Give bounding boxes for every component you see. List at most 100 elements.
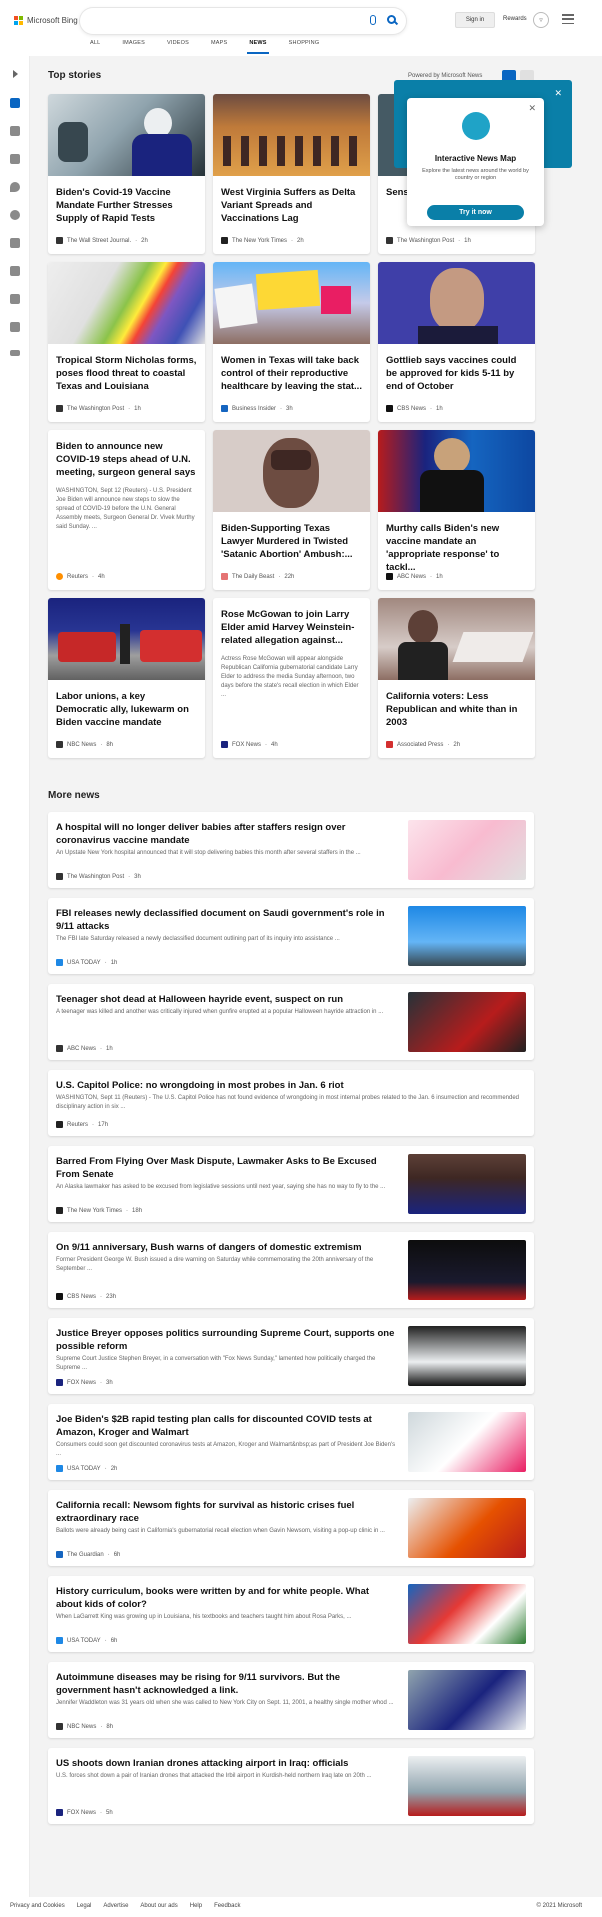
tab-videos[interactable]: VIDEOS — [167, 40, 189, 54]
news-thumbnail[interactable] — [408, 1240, 526, 1300]
sign-in-button[interactable]: Sign in — [455, 12, 495, 28]
location-pin-icon[interactable] — [10, 182, 20, 192]
story-card[interactable]: Biden's Covid-19 Vaccine Mandate Further… — [48, 94, 205, 254]
footer-link[interactable]: Advertise — [103, 1903, 128, 1909]
news-list-item[interactable]: Barred From Flying Over Mask Dispute, La… — [48, 1146, 534, 1222]
story-source: ABC News · 1h — [386, 573, 443, 580]
rocket-icon[interactable] — [10, 266, 20, 276]
microphone-icon[interactable] — [370, 15, 376, 25]
story-card[interactable]: Biden to announce new COVID-19 steps ahe… — [48, 430, 205, 590]
news-title[interactable]: Autoimmune diseases may be rising for 9/… — [56, 1671, 396, 1697]
news-title[interactable]: California recall: Newsom fights for sur… — [56, 1499, 396, 1525]
footer-link[interactable]: Help — [190, 1903, 202, 1909]
publisher-icon — [56, 1723, 63, 1730]
news-thumbnail[interactable] — [408, 1670, 526, 1730]
news-source: FOX News · 3h — [56, 1379, 113, 1386]
news-list-item[interactable]: Joe Biden's $2B rapid testing plan calls… — [48, 1404, 534, 1480]
news-thumbnail[interactable] — [408, 992, 526, 1052]
footer-link[interactable]: Privacy and Cookies — [10, 1903, 65, 1909]
entertainment-icon[interactable] — [10, 294, 20, 304]
story-title: West Virginia Suffers as Delta Variant S… — [221, 187, 356, 224]
footer-link[interactable]: About our ads — [140, 1903, 177, 1909]
story-source: The Wall Street Journal. · 2h — [56, 237, 148, 244]
news-list-item[interactable]: Autoimmune diseases may be rising for 9/… — [48, 1662, 534, 1738]
news-list-item[interactable]: US shoots down Iranian drones attacking … — [48, 1748, 534, 1824]
story-summary: Actress Rose McGowan will appear alongsi… — [221, 656, 359, 698]
globe-icon[interactable] — [10, 210, 20, 220]
news-list-item[interactable]: On 9/11 anniversary, Bush warns of dange… — [48, 1232, 534, 1308]
story-card[interactable]: Murthy calls Biden's new vaccine mandate… — [378, 430, 535, 590]
footer-link[interactable]: Feedback — [214, 1903, 240, 1909]
story-card[interactable]: Women in Texas will take back control of… — [213, 262, 370, 422]
try-it-now-button[interactable]: Try it now — [427, 205, 524, 220]
news-title[interactable]: U.S. Capitol Police: no wrongdoing in mo… — [56, 1079, 524, 1092]
news-list-item[interactable]: California recall: Newsom fights for sur… — [48, 1490, 534, 1566]
news-title[interactable]: Justice Breyer opposes politics surround… — [56, 1327, 396, 1353]
news-source: USA TODAY · 2h — [56, 1465, 117, 1472]
coronavirus-icon[interactable] — [10, 126, 20, 136]
news-thumbnail[interactable] — [408, 1756, 526, 1816]
story-card[interactable]: Tropical Storm Nicholas forms, poses flo… — [48, 262, 205, 422]
news-title[interactable]: History curriculum, books were written b… — [56, 1585, 396, 1611]
politics-icon[interactable] — [10, 322, 20, 332]
news-source: USA TODAY · 1h — [56, 959, 117, 966]
story-card[interactable]: West Virginia Suffers as Delta Variant S… — [213, 94, 370, 254]
news-title[interactable]: A hospital will no longer deliver babies… — [56, 821, 396, 847]
menu-icon[interactable] — [562, 14, 574, 24]
copyright: © 2021 Microsoft — [536, 1903, 582, 1909]
news-list-item[interactable]: Teenager shot dead at Halloween hayride … — [48, 984, 534, 1060]
more-categories-icon[interactable] — [10, 350, 20, 356]
tab-maps[interactable]: MAPS — [211, 40, 227, 54]
news-thumbnail[interactable] — [408, 906, 526, 966]
footer-link[interactable]: Legal — [77, 1903, 92, 1909]
flag-icon[interactable] — [10, 154, 20, 164]
microsoft-logo-icon — [14, 16, 23, 25]
trophy-icon[interactable]: ▿ — [533, 12, 549, 28]
search-icon[interactable] — [387, 15, 396, 24]
tab-images[interactable]: IMAGES — [122, 40, 145, 54]
tab-shopping[interactable]: SHOPPING — [289, 40, 320, 54]
home-icon[interactable] — [10, 98, 20, 108]
vertical-tabs: ALL IMAGES VIDEOS MAPS NEWS SHOPPING — [90, 40, 341, 54]
close-icon[interactable]: ✕ — [528, 103, 536, 114]
news-list-item[interactable]: Justice Breyer opposes politics surround… — [48, 1318, 534, 1394]
news-thumbnail[interactable] — [408, 1326, 526, 1386]
tab-news[interactable]: NEWS — [247, 40, 270, 54]
news-thumbnail[interactable] — [408, 1412, 526, 1472]
news-source: The Guardian · 6h — [56, 1551, 120, 1558]
story-summary: WASHINGTON, Sept 12 (Reuters) - U.S. Pre… — [56, 488, 195, 530]
news-title[interactable]: Teenager shot dead at Halloween hayride … — [56, 993, 396, 1006]
story-card[interactable]: Rose McGowan to join Larry Elder amid Ha… — [213, 598, 370, 758]
story-card[interactable]: California voters: Less Republican and w… — [378, 598, 535, 758]
news-title[interactable]: Barred From Flying Over Mask Dispute, La… — [56, 1155, 396, 1181]
news-list-item[interactable]: FBI releases newly declassified document… — [48, 898, 534, 974]
story-card[interactable]: Biden-Supporting Texas Lawyer Murdered i… — [213, 430, 370, 590]
story-title: Labor unions, a key Democratic ally, luk… — [56, 691, 189, 728]
story-image — [48, 598, 205, 680]
search-input[interactable] — [80, 8, 406, 34]
popup-description: Explore the latest news around the world… — [422, 168, 529, 181]
bing-logo[interactable]: Microsoft Bing — [14, 16, 78, 25]
news-list-item[interactable]: History curriculum, books were written b… — [48, 1576, 534, 1652]
news-title[interactable]: US shoots down Iranian drones attacking … — [56, 1757, 396, 1770]
powered-by-label: Powered by Microsoft News — [408, 73, 483, 79]
news-thumbnail[interactable] — [408, 1154, 526, 1214]
publisher-icon — [56, 1809, 63, 1816]
news-thumbnail[interactable] — [408, 1584, 526, 1644]
news-list-item[interactable]: A hospital will no longer deliver babies… — [48, 812, 534, 888]
business-icon[interactable] — [10, 238, 20, 248]
story-source: The Washington Post · 1h — [386, 237, 471, 244]
news-thumbnail[interactable] — [408, 820, 526, 880]
news-title[interactable]: On 9/11 anniversary, Bush warns of dange… — [56, 1241, 396, 1254]
story-card[interactable]: Labor unions, a key Democratic ally, luk… — [48, 598, 205, 758]
tab-all[interactable]: ALL — [90, 40, 100, 54]
news-title[interactable]: Joe Biden's $2B rapid testing plan calls… — [56, 1413, 396, 1439]
news-thumbnail[interactable] — [408, 1498, 526, 1558]
expand-rail-icon[interactable] — [13, 70, 18, 78]
close-preview-icon[interactable]: ✕ — [554, 88, 562, 99]
news-list-item[interactable]: U.S. Capitol Police: no wrongdoing in mo… — [48, 1070, 534, 1136]
publisher-icon — [56, 1551, 63, 1558]
news-title[interactable]: FBI releases newly declassified document… — [56, 907, 396, 933]
story-card[interactable]: Gottlieb says vaccines could be approved… — [378, 262, 535, 422]
rewards-label[interactable]: Rewards — [503, 16, 527, 22]
